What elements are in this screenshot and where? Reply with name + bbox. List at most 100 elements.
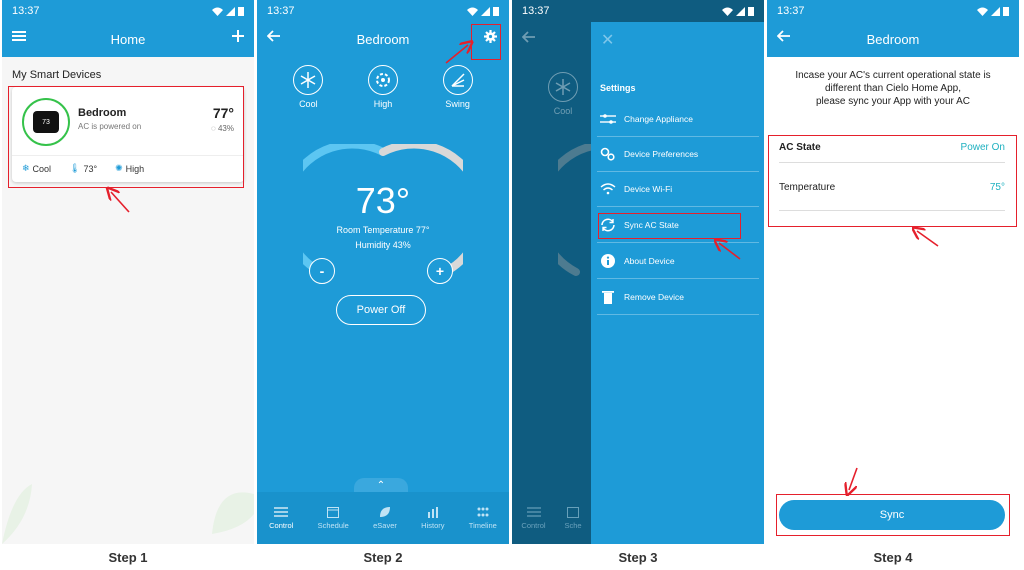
nav-timeline[interactable]: Timeline	[469, 506, 497, 530]
nav-esaver[interactable]: eSaver	[373, 506, 397, 530]
highlight-box	[8, 86, 244, 188]
wifi-status-icon	[467, 7, 478, 16]
add-icon[interactable]	[232, 30, 244, 45]
menu-label: Remove Device	[624, 292, 684, 302]
status-bar: 13:37	[767, 0, 1019, 22]
mode-label: Cool	[553, 106, 573, 116]
calendar-icon	[327, 507, 340, 518]
mode-swing[interactable]: Swing	[442, 65, 473, 109]
highlight-box	[598, 213, 741, 239]
signal-icon	[481, 6, 490, 16]
nav-label: History	[421, 521, 445, 530]
battery-icon	[493, 7, 499, 16]
signal-icon	[991, 6, 1000, 16]
humidity: Humidity 43%	[355, 240, 411, 250]
status-icons	[722, 6, 754, 16]
sliders-icon	[600, 114, 616, 124]
step4-panel: 13:37 Bedroom Incase your AC's current o…	[767, 0, 1019, 544]
menu-device-preferences[interactable]: Device Preferences	[597, 137, 759, 172]
mode-label: High	[373, 99, 393, 109]
section-title: My Smart Devices	[12, 69, 102, 81]
expand-handle[interactable]: ⌃	[354, 478, 408, 492]
status-bar: 13:37	[257, 0, 509, 22]
menu-label: Device Wi-Fi	[624, 184, 673, 194]
menu-change-appliance[interactable]: Change Appliance	[597, 102, 759, 137]
status-time: 13:37	[12, 5, 40, 17]
wifi-status-icon	[977, 7, 988, 16]
menu-device-wifi[interactable]: Device Wi-Fi	[597, 172, 759, 207]
nav-label: Schedule	[317, 521, 349, 530]
page-title: Home	[110, 32, 146, 47]
app-bar: Bedroom	[767, 22, 1019, 57]
nav-schedule: Sche	[564, 506, 582, 530]
menu-label: Change Appliance	[624, 114, 694, 124]
step-label-2: Step 2	[363, 550, 403, 565]
bg-bottom-nav: Control Sche	[512, 492, 591, 544]
bottom-nav: Control Schedule eSaver History Timeline	[257, 492, 509, 544]
snowflake-icon	[293, 65, 324, 95]
pointer-arrow	[843, 467, 858, 496]
wifi-status-icon	[722, 7, 733, 16]
mode-label: Swing	[445, 99, 470, 109]
sliders-icon	[274, 507, 289, 517]
chevron-up-icon: ⌃	[376, 479, 386, 491]
page-title: Bedroom	[866, 32, 920, 47]
nav-schedule[interactable]: Schedule	[318, 506, 349, 530]
step-label-1: Step 1	[108, 550, 148, 565]
pointer-arrow	[912, 226, 939, 247]
mode-cool[interactable]: Cool	[293, 65, 324, 109]
close-icon[interactable]: ✕	[601, 30, 614, 50]
power-off-button[interactable]: Power Off	[336, 295, 426, 325]
nav-history[interactable]: History	[421, 506, 445, 530]
menu-remove-device[interactable]: Remove Device	[597, 280, 759, 315]
nav-control[interactable]: Control	[269, 506, 293, 530]
battery-icon	[238, 7, 244, 16]
gears-icon	[600, 147, 615, 161]
page-title: Bedroom	[356, 32, 410, 47]
increase-button[interactable]: +	[427, 258, 453, 284]
status-bar: 13:37	[2, 0, 254, 22]
status-icons	[212, 6, 244, 16]
battery-icon	[748, 7, 754, 16]
swing-icon	[442, 65, 473, 95]
nav-control: Control	[521, 506, 546, 530]
leaf-decoration	[2, 484, 254, 544]
instruction-line: please sync your App with your AC	[816, 96, 970, 107]
pointer-arrow	[714, 238, 741, 260]
step-label-4: Step 4	[873, 550, 913, 565]
bg-mode-cool: Cool	[548, 72, 578, 116]
menu-icon[interactable]	[12, 30, 26, 45]
menu-label: About Device	[624, 256, 675, 266]
step3-panel: 13:37 Cool Control Sche ✕ Settings Chang…	[512, 0, 764, 544]
instruction-line: different than Cielo Home App,	[824, 83, 961, 94]
pointer-arrow	[445, 40, 475, 64]
status-time: 13:37	[777, 5, 805, 17]
app-bar: Home	[2, 22, 254, 57]
highlight-box	[768, 135, 1017, 227]
status-time: 13:37	[267, 5, 295, 17]
back-arrow-icon[interactable]	[776, 30, 791, 45]
fan-icon	[367, 65, 398, 95]
signal-icon	[226, 6, 235, 16]
sync-instructions: Incase your AC's current operational sta…	[767, 57, 1019, 108]
room-temperature: Room Temperature 77°	[336, 225, 430, 235]
settings-title: Settings	[600, 83, 636, 93]
mode-fan[interactable]: High	[367, 65, 398, 109]
highlight-box	[471, 24, 501, 60]
back-arrow-icon[interactable]	[266, 30, 281, 45]
nav-label: Control	[269, 521, 294, 530]
highlight-box	[776, 494, 1010, 536]
instruction-line: Incase your AC's current operational sta…	[795, 70, 991, 81]
mode-label: Cool	[299, 99, 318, 109]
snowflake-icon	[548, 72, 578, 102]
bar-chart-icon	[427, 507, 438, 518]
nav-label: Control	[521, 521, 546, 530]
status-time: 13:37	[522, 5, 550, 17]
setpoint-display: 73°	[355, 180, 411, 221]
nav-label: Sche	[564, 521, 582, 530]
pointer-arrow	[105, 186, 130, 213]
info-icon	[601, 254, 615, 268]
status-bar: 13:37	[512, 0, 764, 22]
decrease-button[interactable]: -	[309, 258, 335, 284]
leaf-icon	[380, 507, 390, 517]
